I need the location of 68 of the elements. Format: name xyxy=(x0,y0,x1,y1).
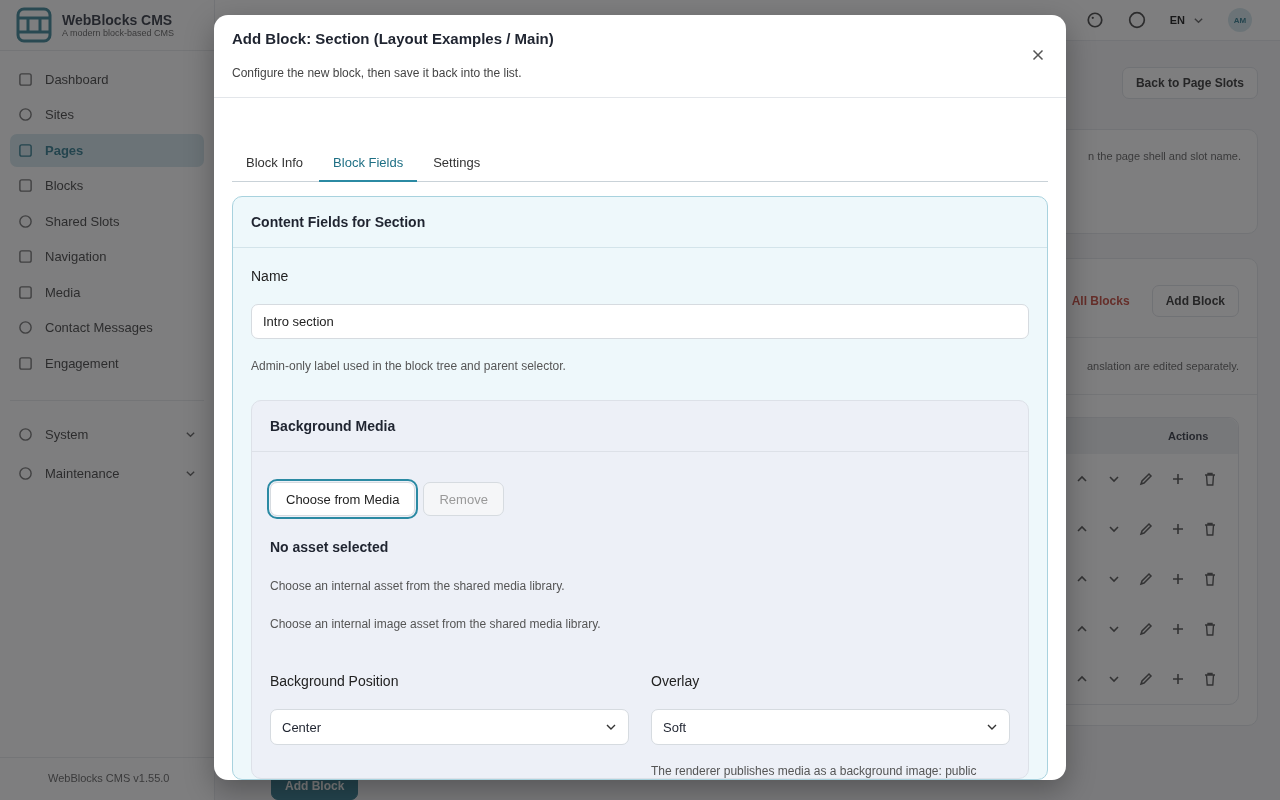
sidebar-item[interactable]: Contact Messages xyxy=(10,311,204,344)
pencil-icon[interactable] xyxy=(1138,621,1154,637)
tab[interactable]: Block Info xyxy=(232,149,318,182)
field-label: Name xyxy=(251,268,290,284)
nav-icon xyxy=(18,355,33,371)
position-select[interactable]: Center xyxy=(270,709,629,745)
dialog-title: Add Block: Section (Layout Examples / Main) xyxy=(232,30,554,47)
pencil-icon[interactable] xyxy=(1138,521,1154,537)
user-avatar[interactable]: AM xyxy=(1228,8,1252,32)
logo-icon xyxy=(16,7,52,43)
sidebar-item[interactable]: Pages xyxy=(10,134,204,167)
plus-icon[interactable] xyxy=(1170,471,1186,487)
nav-icon xyxy=(18,142,33,158)
trash-icon[interactable] xyxy=(1202,471,1218,487)
sidebar-item[interactable]: Blocks xyxy=(10,169,204,202)
add-block-button[interactable]: Add Block xyxy=(1151,285,1239,317)
clear-link[interactable]: All Blocks xyxy=(1071,294,1130,308)
sidebar-item[interactable]: Navigation xyxy=(10,240,204,273)
nav-icon xyxy=(18,213,33,229)
trash-icon[interactable] xyxy=(1202,621,1218,637)
plus-icon[interactable] xyxy=(1170,621,1186,637)
sidebar-group[interactable]: System xyxy=(10,418,204,451)
note-text: anslation are edited separately. xyxy=(1086,360,1239,372)
brand-name: WebBlocks CMS xyxy=(62,12,174,28)
asset-status: No asset selected xyxy=(270,539,390,555)
sidebar-item[interactable]: Dashboard xyxy=(10,63,204,96)
overlay-select[interactable]: Soft xyxy=(651,709,1010,745)
nav-icon xyxy=(18,71,33,87)
version-text: WebBlocks CMS v1.55.0 xyxy=(48,772,170,784)
choose-media-button[interactable]: Choose from Media xyxy=(270,482,416,516)
pencil-icon[interactable] xyxy=(1138,471,1154,487)
back-button[interactable]: Back to Page Slots xyxy=(1121,67,1258,99)
nav-icon xyxy=(18,427,33,443)
dialog-subtitle: Configure the new block, then save it back into the list. xyxy=(232,66,523,80)
field-label: Background Position xyxy=(270,673,400,689)
help-text: Admin-only label used in the block tree and parent selector. xyxy=(251,359,567,373)
name-field[interactable]: Intro section xyxy=(251,304,1029,339)
help-text: The renderer publishes media as a background image: public xyxy=(651,764,978,778)
field-label: Overlay xyxy=(651,673,701,689)
nav-icon xyxy=(18,465,33,481)
card-title: Background Media xyxy=(252,401,1028,452)
info-text: n the page shell and slot name. xyxy=(1088,150,1241,162)
sidebar-item[interactable]: Sites xyxy=(10,98,204,131)
plus-icon[interactable] xyxy=(1170,521,1186,537)
language-selector[interactable]: EN xyxy=(1169,14,1204,26)
sidebar-item[interactable]: Shared Slots xyxy=(10,205,204,238)
close-icon xyxy=(1032,49,1044,61)
card-title: Content Fields for Section xyxy=(233,197,1047,248)
nav-icon xyxy=(18,284,33,300)
column-header: Actions xyxy=(1168,430,1209,442)
tab[interactable]: Block Fields xyxy=(319,149,418,182)
pencil-icon[interactable] xyxy=(1138,671,1154,687)
nav-icon xyxy=(18,249,33,265)
trash-icon[interactable] xyxy=(1202,571,1218,587)
nav-icon xyxy=(18,320,33,336)
sidebar-group[interactable]: Maintenance xyxy=(10,457,204,490)
pencil-icon[interactable] xyxy=(1138,571,1154,587)
tab[interactable]: Settings xyxy=(419,149,495,182)
plus-icon[interactable] xyxy=(1170,571,1186,587)
plus-icon[interactable] xyxy=(1170,671,1186,687)
trash-icon[interactable] xyxy=(1202,671,1218,687)
help-text: Choose an internal image asset from the shared media library. xyxy=(270,617,602,631)
sidebar-item[interactable]: Media xyxy=(10,276,204,309)
nav-icon xyxy=(18,178,33,194)
sidebar-item[interactable]: Engagement xyxy=(10,347,204,380)
nav-icon xyxy=(18,107,33,123)
trash-icon[interactable] xyxy=(1202,521,1218,537)
help-text: Choose an internal asset from the shared media library. xyxy=(270,579,566,593)
